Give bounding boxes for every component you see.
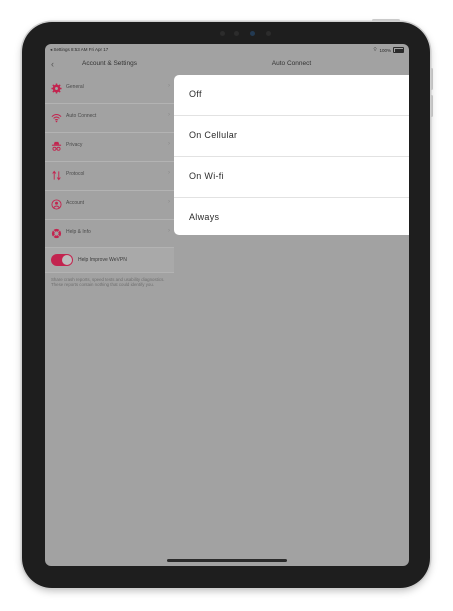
option-label: On Cellular: [189, 130, 238, 140]
chevron-right-icon: ›: [168, 112, 170, 118]
option-label: Always: [189, 212, 220, 222]
sidebar-title: Account & Settings: [82, 60, 137, 67]
sidebar-item-label: General: [66, 84, 84, 90]
option-on-wifi[interactable]: On Wi-fi: [174, 157, 409, 198]
option-label: On Wi-fi: [189, 171, 224, 181]
device-volume-down-button: [430, 95, 433, 117]
option-always[interactable]: Always: [174, 198, 409, 238]
chevron-right-icon: ›: [168, 141, 170, 147]
sidebar-item-label: Help & Info: [66, 229, 91, 235]
home-indicator[interactable]: [167, 559, 287, 562]
chevron-right-icon: ›: [168, 199, 170, 205]
detail-title: Auto Connect: [271, 60, 312, 67]
status-right: ⌔ 100%: [373, 47, 404, 53]
option-label: Off: [189, 89, 202, 99]
spy-icon: [51, 141, 62, 151]
sidebar-item-help-info[interactable]: Help & Info ›: [45, 220, 174, 249]
sidebar-item-account[interactable]: Account ›: [45, 191, 174, 220]
sidebar-item-label: Protocol: [66, 171, 85, 177]
wifi-icon: [51, 114, 62, 123]
sidebar-item-general[interactable]: General ›: [45, 75, 174, 104]
gear-icon: [51, 83, 62, 94]
lifebuoy-icon: [51, 228, 62, 239]
camera-bar: [220, 29, 274, 37]
option-off[interactable]: Off: [174, 75, 409, 116]
sidebar-item-privacy[interactable]: Privacy ›: [45, 133, 174, 162]
option-on-cellular[interactable]: On Cellular: [174, 116, 409, 157]
help-improve-toggle[interactable]: [51, 254, 73, 266]
sidebar-item-auto-connect[interactable]: Auto Connect ›: [45, 104, 174, 133]
chevron-right-icon: ›: [168, 228, 170, 234]
auto-connect-options: Off On Cellular On Wi-fi Always: [174, 75, 409, 235]
battery-icon: [393, 47, 404, 53]
sidebar: General › Auto Connect › Privacy › Proto…: [45, 75, 174, 249]
help-improve-label: Help Improve WeVPN: [78, 257, 127, 263]
status-left-text: ◂ Settings 8:53 AM Fri Apr 17: [50, 47, 109, 52]
battery-percent: 100%: [379, 47, 391, 53]
arrows-updown-icon: [52, 170, 61, 181]
sidebar-header: ‹ Account & Settings: [45, 55, 174, 75]
help-improve-row: Help Improve WeVPN: [45, 247, 174, 273]
wifi-status-icon: ⌔: [372, 47, 378, 53]
chevron-right-icon: ›: [168, 83, 170, 89]
toggle-knob: [62, 255, 72, 265]
sidebar-item-protocol[interactable]: Protocol ›: [45, 162, 174, 191]
sidebar-item-label: Auto Connect: [66, 113, 97, 119]
diagnostics-note: Share crash reports, speed tests and usa…: [51, 277, 165, 288]
sidebar-item-label: Privacy: [66, 142, 83, 148]
status-bar: ◂ Settings 8:53 AM Fri Apr 17 ⌔ 100%: [45, 44, 409, 55]
chevron-right-icon: ›: [168, 170, 170, 176]
device-volume-up-button: [430, 68, 433, 90]
user-circle-icon: [51, 199, 62, 210]
screen: ◂ Settings 8:53 AM Fri Apr 17 ⌔ 100% ‹ A…: [45, 44, 409, 566]
sidebar-item-label: Account: [66, 200, 85, 206]
